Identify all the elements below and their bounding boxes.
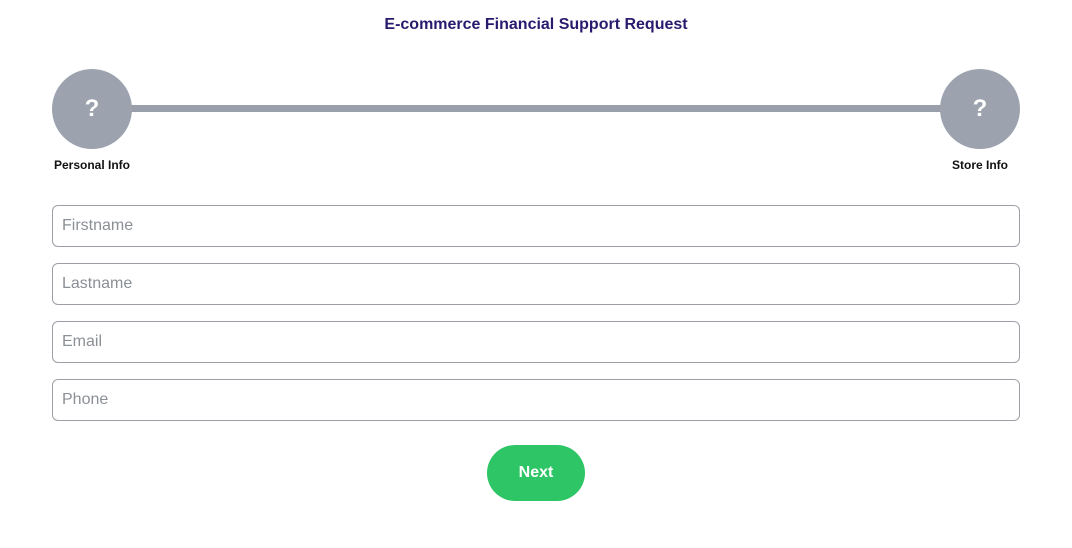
step-personal-info: ? Personal Info	[52, 69, 132, 172]
step-store-info: ? Store Info	[940, 69, 1020, 172]
question-icon: ?	[940, 69, 1020, 149]
firstname-input[interactable]	[52, 205, 1020, 247]
personal-info-form	[52, 205, 1020, 437]
next-button[interactable]: Next	[487, 445, 585, 501]
phone-input[interactable]	[52, 379, 1020, 421]
lastname-input[interactable]	[52, 263, 1020, 305]
email-input[interactable]	[52, 321, 1020, 363]
progress-stepper: ? Personal Info ? Store Info	[52, 69, 1020, 179]
step-label-store-info: Store Info	[952, 158, 1008, 172]
page-title: E-commerce Financial Support Request	[384, 16, 688, 33]
question-icon: ?	[52, 69, 132, 149]
support-request-page: E-commerce Financial Support Request ? P…	[0, 0, 1072, 548]
step-label-personal-info: Personal Info	[53, 158, 131, 172]
step-connector	[130, 105, 942, 112]
